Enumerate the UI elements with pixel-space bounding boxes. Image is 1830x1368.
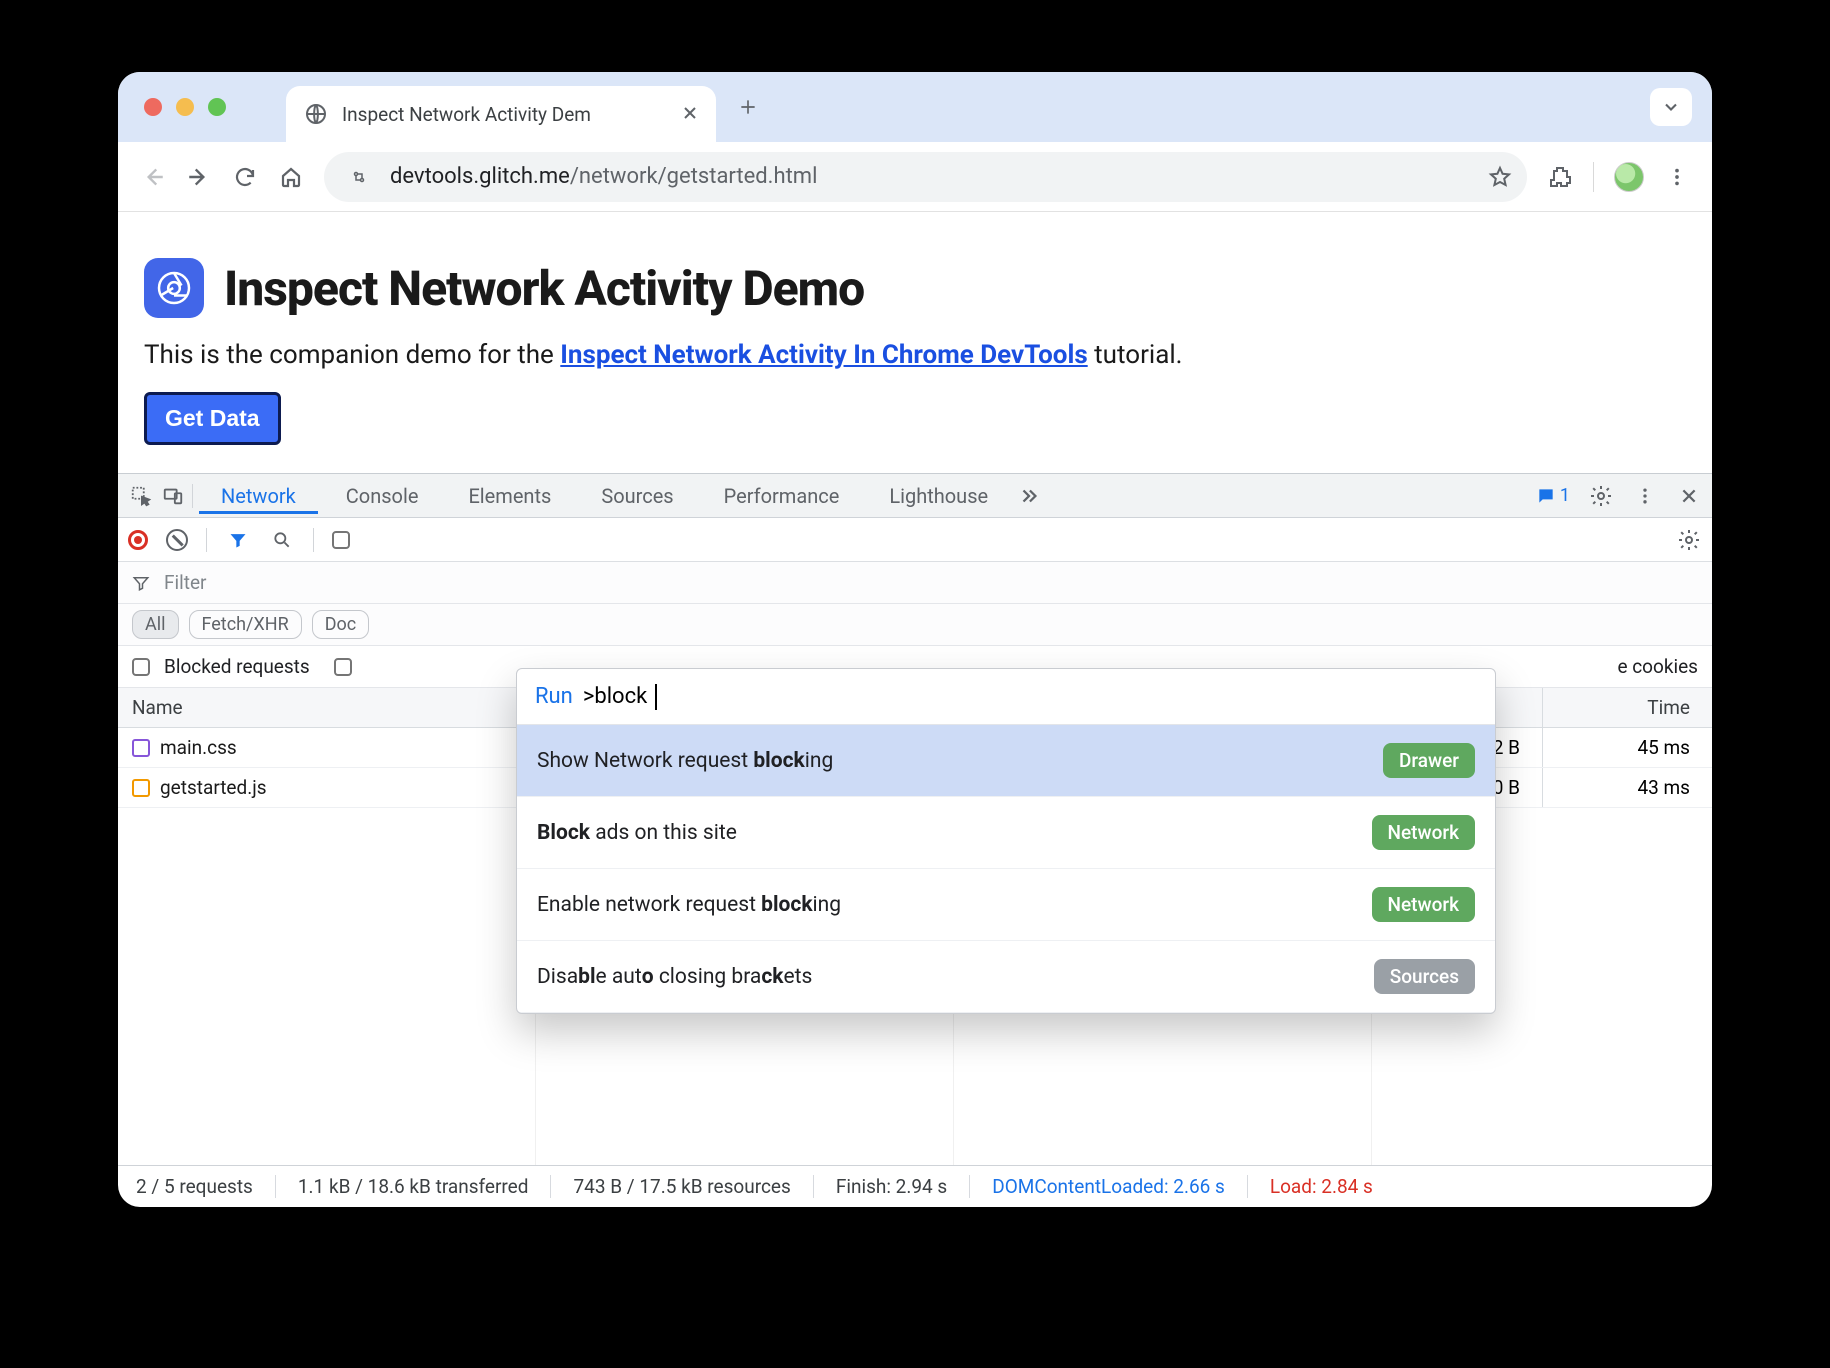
command-query: >block	[583, 684, 647, 709]
devtools-tabs: NetworkConsoleElementsSourcesPerformance…	[118, 474, 1712, 518]
chrome-logo-icon	[144, 258, 204, 318]
network-toolbar	[118, 518, 1712, 562]
command-item[interactable]: Disable auto closing brackets Sources	[517, 941, 1495, 1013]
search-icon[interactable]	[269, 527, 295, 553]
status-finish: Finish: 2.94 s	[836, 1175, 970, 1198]
filter-pill-fetch-xhr[interactable]: Fetch/XHR	[189, 610, 302, 639]
tab-title: Inspect Network Activity Dem	[342, 103, 668, 126]
url-text: devtools.glitch.me/network/getstarted.ht…	[390, 164, 817, 189]
command-item[interactable]: Block ads on this site Network	[517, 797, 1495, 869]
issues-badge[interactable]: 1	[1536, 485, 1570, 506]
extensions-icon[interactable]	[1547, 164, 1573, 190]
status-dcl: DOMContentLoaded: 2.66 s	[992, 1175, 1248, 1198]
command-tag: Drawer	[1383, 743, 1475, 778]
back-button	[140, 164, 166, 190]
record-icon[interactable]	[128, 530, 148, 550]
command-palette: Run >block Show Network request blocking…	[516, 668, 1496, 1014]
status-load: Load: 2.84 s	[1270, 1175, 1395, 1198]
funnel-icon	[132, 574, 150, 592]
get-data-button[interactable]: Get Data	[144, 392, 281, 445]
command-input[interactable]: Run >block	[517, 669, 1495, 725]
minimize-window-icon[interactable]	[176, 98, 194, 116]
devtools-menu-icon[interactable]	[1632, 483, 1658, 509]
preserve-log-checkbox[interactable]	[332, 531, 350, 549]
page-intro: This is the companion demo for the Inspe…	[144, 340, 1682, 370]
reload-button[interactable]	[232, 164, 258, 190]
status-transferred: 1.1 kB / 18.6 kB transferred	[298, 1175, 552, 1198]
address-bar[interactable]: devtools.glitch.me/network/getstarted.ht…	[324, 152, 1527, 202]
browser-menu-icon[interactable]	[1664, 164, 1690, 190]
divider	[1593, 162, 1594, 192]
command-text: Block ads on this site	[537, 821, 1356, 845]
close-window-icon[interactable]	[144, 98, 162, 116]
command-text: Disable auto closing brackets	[537, 965, 1358, 989]
page-title: Inspect Network Activity Demo	[224, 260, 864, 317]
settings-gear-icon[interactable]	[1588, 483, 1614, 509]
home-button[interactable]	[278, 164, 304, 190]
tab-overflow-button[interactable]	[1650, 88, 1692, 126]
devtools-tab-console[interactable]: Console	[324, 478, 441, 514]
devtools-tab-sources[interactable]: Sources	[579, 478, 695, 514]
cell-time: 43 ms	[1542, 768, 1712, 807]
command-text: Enable network request blocking	[537, 893, 1356, 917]
browser-window: Inspect Network Activity Dem devtools.gl…	[118, 72, 1712, 1207]
filter-row: Filter	[118, 562, 1712, 604]
blocked-requests-checkbox[interactable]	[132, 658, 150, 676]
col-time[interactable]: Time	[1542, 688, 1712, 727]
clear-icon[interactable]	[166, 529, 188, 551]
device-toolbar-icon[interactable]	[160, 483, 186, 509]
new-tab-button[interactable]	[726, 85, 770, 129]
status-requests: 2 / 5 requests	[136, 1175, 276, 1198]
filter-pills-row: All Fetch/XHR Doc	[118, 604, 1712, 646]
run-prefix: Run	[535, 684, 573, 709]
status-bar: 2 / 5 requests 1.1 kB / 18.6 kB transfer…	[118, 1165, 1712, 1207]
profile-avatar[interactable]	[1614, 162, 1644, 192]
cookies-label-tail: e cookies	[1617, 655, 1698, 678]
command-item[interactable]: Enable network request blocking Network	[517, 869, 1495, 941]
bookmark-star-icon[interactable]	[1487, 164, 1513, 190]
cell-time: 45 ms	[1542, 728, 1712, 767]
tab-strip: Inspect Network Activity Dem	[118, 72, 1712, 142]
fullscreen-window-icon[interactable]	[208, 98, 226, 116]
site-info-icon[interactable]	[342, 165, 376, 189]
more-tabs-icon[interactable]	[1016, 483, 1042, 509]
command-tag: Sources	[1374, 959, 1475, 994]
tab-close-icon[interactable]	[682, 105, 700, 123]
window-controls	[144, 98, 226, 116]
filter-pill-doc[interactable]: Doc	[312, 610, 370, 639]
network-settings-icon[interactable]	[1676, 527, 1702, 553]
devtools-close-icon[interactable]	[1676, 483, 1702, 509]
globe-icon	[304, 102, 328, 126]
forward-button[interactable]	[186, 164, 212, 190]
inspect-element-icon[interactable]	[128, 483, 154, 509]
devtools-tab-lighthouse[interactable]: Lighthouse	[867, 478, 1010, 514]
filter-icon[interactable]	[225, 527, 251, 553]
filter-input[interactable]: Filter	[164, 571, 206, 594]
devtools-tab-network[interactable]: Network	[199, 478, 318, 514]
command-text: Show Network request blocking	[537, 749, 1367, 773]
devtools-tab-elements[interactable]: Elements	[446, 478, 573, 514]
browser-toolbar: devtools.glitch.me/network/getstarted.ht…	[118, 142, 1712, 212]
browser-tab[interactable]: Inspect Network Activity Dem	[286, 86, 716, 142]
command-item[interactable]: Show Network request blocking Drawer	[517, 725, 1495, 797]
unknown-checkbox[interactable]	[334, 658, 352, 676]
filter-pill-all[interactable]: All	[132, 610, 179, 639]
command-tag: Network	[1372, 815, 1476, 850]
status-resources: 743 B / 17.5 kB resources	[573, 1175, 813, 1198]
command-tag: Network	[1372, 887, 1476, 922]
tutorial-link[interactable]: Inspect Network Activity In Chrome DevTo…	[560, 340, 1087, 370]
devtools-tab-performance[interactable]: Performance	[702, 478, 862, 514]
page-content: Inspect Network Activity Demo This is th…	[118, 212, 1712, 473]
blocked-requests-label: Blocked requests	[164, 655, 310, 678]
